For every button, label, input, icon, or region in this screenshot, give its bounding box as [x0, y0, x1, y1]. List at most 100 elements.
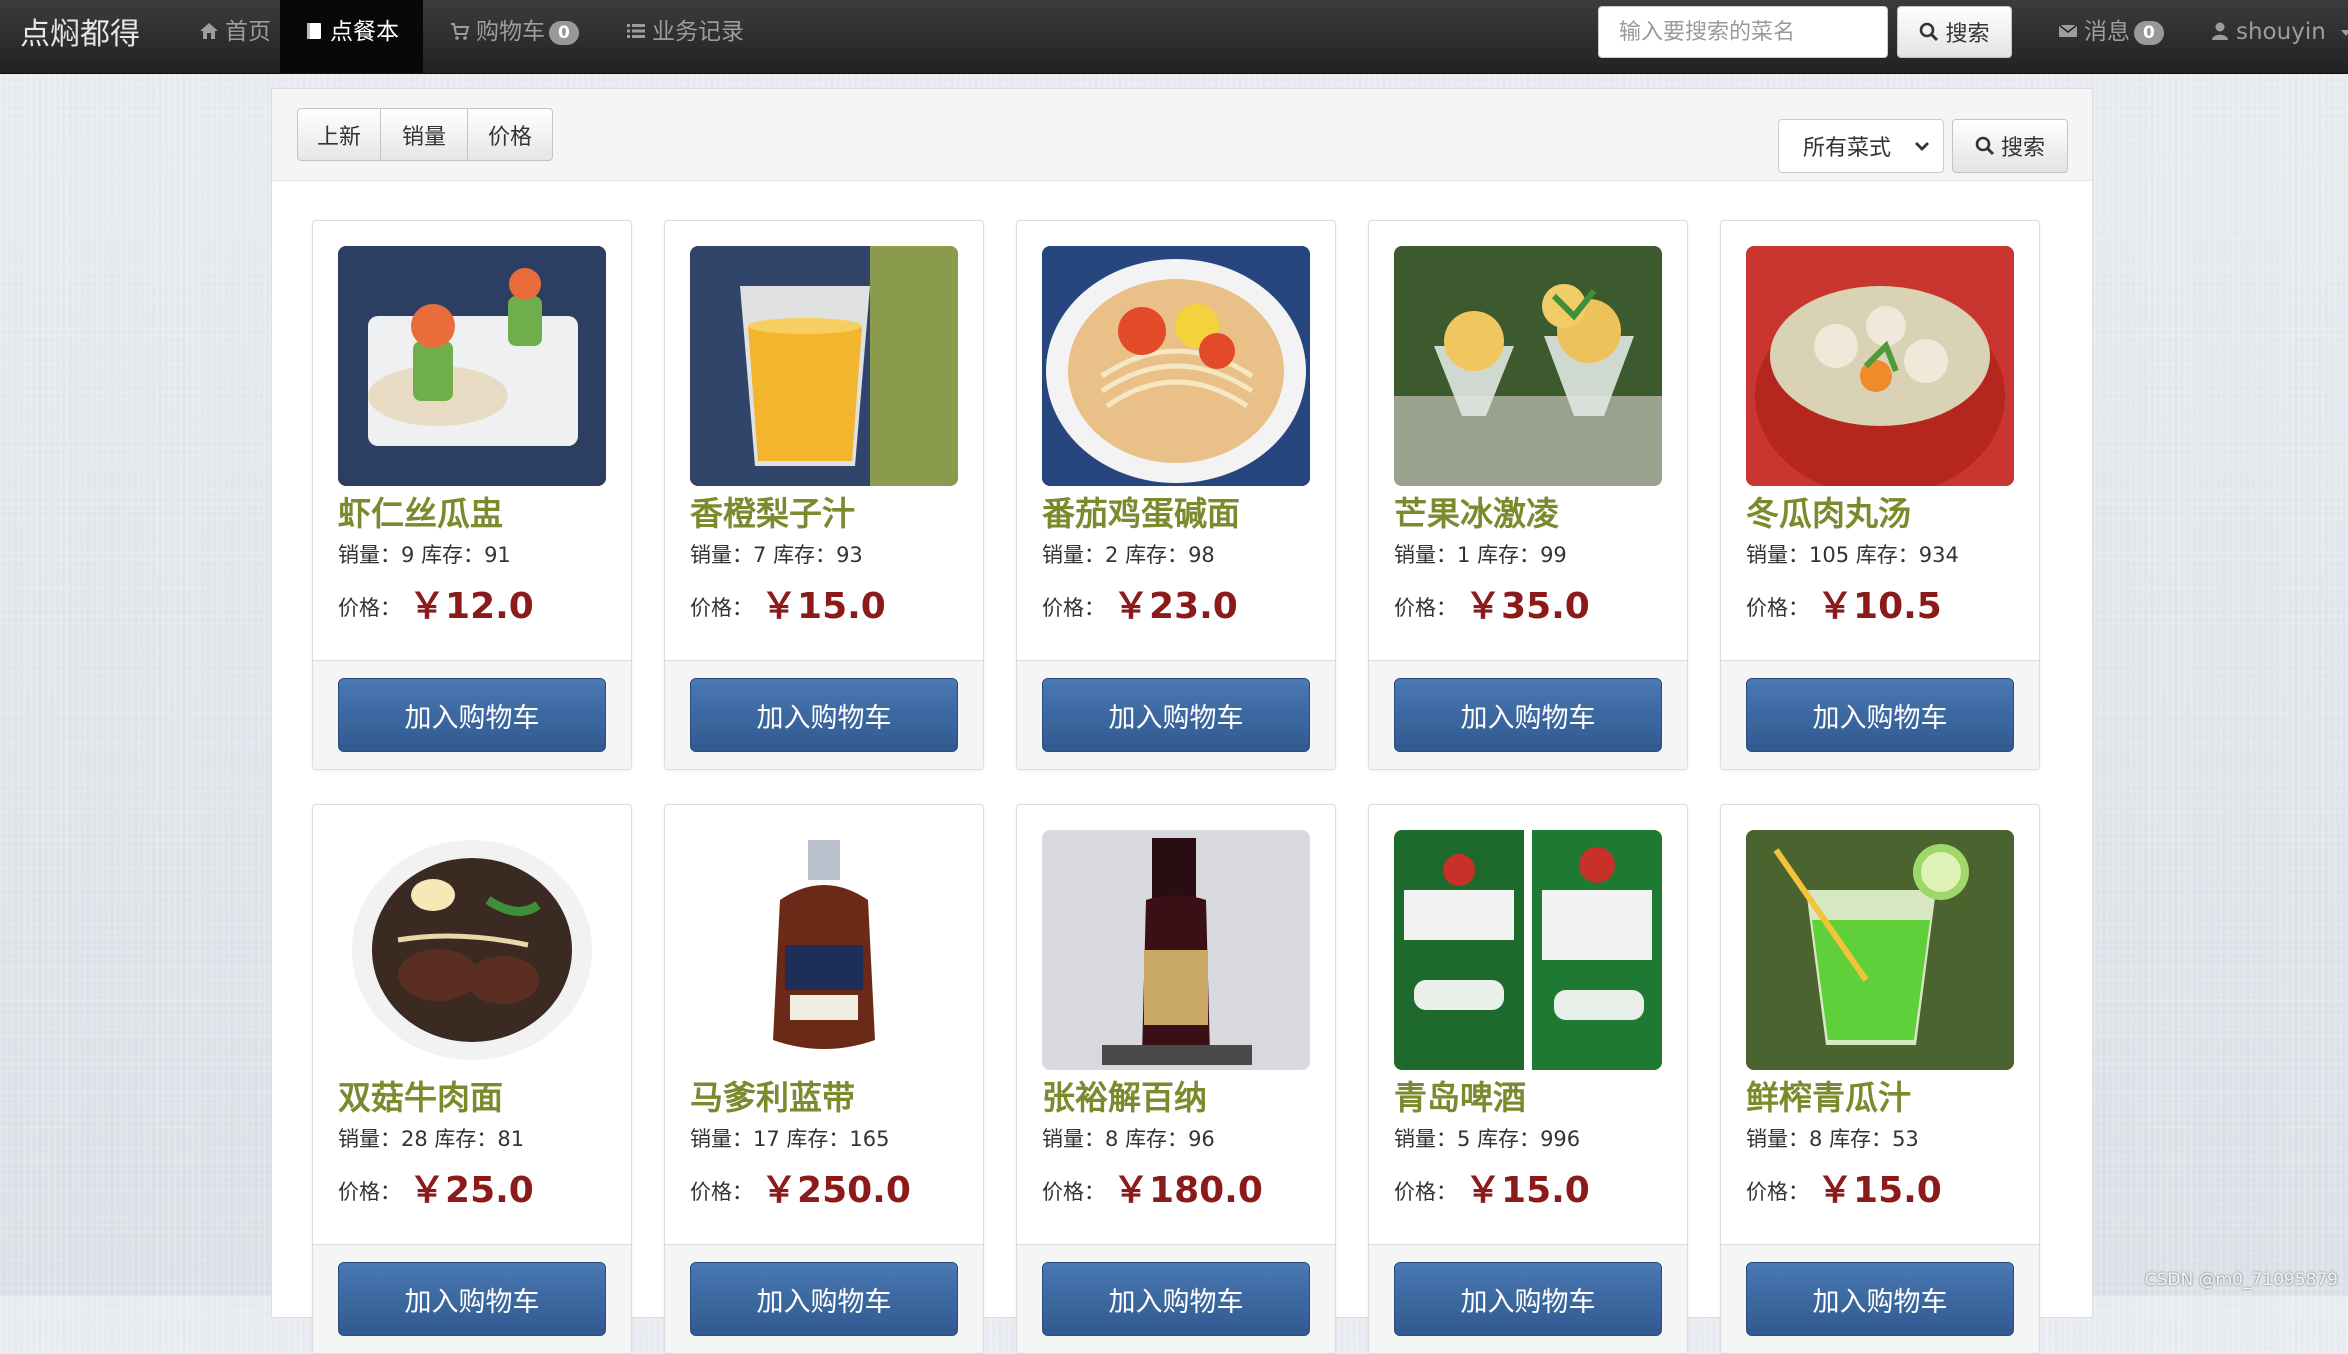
- add-to-cart-button[interactable]: 加入购物车: [338, 1262, 606, 1336]
- price-value: 15.0: [1853, 1170, 1942, 1211]
- dish-photo[interactable]: [1746, 246, 2014, 486]
- dish-price: ￥250.0: [761, 1170, 911, 1211]
- currency-symbol: ￥: [1113, 1170, 1150, 1211]
- sales-label: 销量：: [1042, 543, 1105, 567]
- card-footer: 加入购物车: [1017, 1244, 1335, 1353]
- add-to-cart-button[interactable]: 加入购物车: [338, 678, 606, 752]
- price-label: 价格：: [690, 1180, 753, 1204]
- currency-symbol: ￥: [1465, 1170, 1502, 1211]
- dish-name[interactable]: 芒果冰激凌: [1394, 487, 1559, 535]
- dish-photo[interactable]: [338, 830, 606, 1070]
- add-to-cart-button[interactable]: 加入购物车: [1394, 1262, 1662, 1336]
- dish-stats: 销量：2 库存：98: [1042, 539, 1215, 569]
- price-value: 15.0: [797, 586, 886, 627]
- cuisine-select[interactable]: 所有菜式: [1778, 119, 1944, 173]
- dish-photo[interactable]: [338, 246, 606, 486]
- dish-photo[interactable]: [690, 830, 958, 1070]
- card-footer: 加入购物车: [1369, 1244, 1687, 1353]
- nav-user-label: shouyin: [2236, 19, 2326, 45]
- stock-value: 81: [497, 1127, 525, 1151]
- nav-cart[interactable]: 购物车 0: [432, 0, 597, 73]
- stock-value: 996: [1540, 1127, 1581, 1151]
- product-card: 冬瓜肉丸汤 销量：105 库存：934 价格： ￥10.5 加入购物车: [1720, 220, 2040, 770]
- nav-user-menu[interactable]: shouyin: [2200, 0, 2348, 73]
- nav-business-records[interactable]: 业务记录: [608, 0, 762, 73]
- dish-price-row: 价格： ￥12.0: [338, 577, 534, 629]
- stock-label: 库存：: [421, 543, 485, 567]
- add-to-cart-button[interactable]: 加入购物车: [1042, 678, 1310, 752]
- dish-price: ￥12.0: [409, 586, 534, 627]
- sort-price-button[interactable]: 价格: [467, 108, 553, 161]
- add-to-cart-button[interactable]: 加入购物车: [690, 1262, 958, 1336]
- dish-photo[interactable]: [1394, 246, 1662, 486]
- stock-value: 53: [1892, 1127, 1919, 1151]
- sales-label: 销量：: [338, 543, 401, 567]
- nav-messages[interactable]: 消息 0: [2046, 0, 2176, 73]
- dish-name[interactable]: 张裕解百纳: [1042, 1071, 1207, 1119]
- dish-name[interactable]: 冬瓜肉丸汤: [1746, 487, 1911, 535]
- dish-price: ￥35.0: [1465, 586, 1590, 627]
- dish-photo[interactable]: [690, 246, 958, 486]
- card-footer: 加入购物车: [1017, 660, 1335, 769]
- sales-label: 销量：: [1042, 1127, 1105, 1151]
- dish-price-row: 价格： ￥23.0: [1042, 577, 1238, 629]
- stock-value: 165: [849, 1127, 890, 1151]
- brand-logo[interactable]: 点焖都得: [20, 0, 140, 73]
- sales-label: 销量：: [338, 1127, 401, 1151]
- add-to-cart-button[interactable]: 加入购物车: [1394, 678, 1662, 752]
- search-icon: [1975, 136, 1995, 156]
- product-card: 鲜榨青瓜汁 销量：8 库存：53 价格： ￥15.0 加入购物车: [1720, 804, 2040, 1354]
- sort-newest-button[interactable]: 上新: [297, 108, 381, 161]
- cart-icon: [450, 21, 470, 41]
- dish-stats: 销量：28 库存：81: [338, 1123, 524, 1153]
- dish-search-input[interactable]: [1598, 6, 1888, 58]
- stock-value: 93: [836, 543, 863, 567]
- currency-symbol: ￥: [1817, 586, 1854, 627]
- dish-price-row: 价格： ￥25.0: [338, 1161, 534, 1213]
- dish-photo[interactable]: [1394, 830, 1662, 1070]
- dish-photo[interactable]: [1042, 830, 1310, 1070]
- stock-value: 96: [1188, 1127, 1215, 1151]
- dish-price: ￥10.5: [1817, 586, 1942, 627]
- list-icon: [626, 21, 646, 41]
- dish-stats: 销量：5 库存：996: [1394, 1123, 1580, 1153]
- product-card: 马爹利蓝带 销量：17 库存：165 价格： ￥250.0 加入购物车: [664, 804, 984, 1354]
- card-footer: 加入购物车: [1369, 660, 1687, 769]
- stock-value: 934: [1918, 543, 1959, 567]
- price-value: 23.0: [1149, 586, 1238, 627]
- dish-stats: 销量：8 库存：96: [1042, 1123, 1215, 1153]
- filter-search-button[interactable]: 搜索: [1952, 119, 2068, 173]
- dish-stats: 销量：105 库存：934: [1746, 539, 1959, 569]
- envelope-icon: [2058, 21, 2078, 41]
- dish-name[interactable]: 香橙梨子汁: [690, 487, 855, 535]
- currency-symbol: ￥: [1465, 586, 1502, 627]
- sort-sales-button[interactable]: 销量: [380, 108, 468, 161]
- nav-search-button[interactable]: 搜索: [1897, 6, 2012, 58]
- price-value: 15.0: [1501, 1170, 1590, 1211]
- dish-name[interactable]: 虾仁丝瓜盅: [338, 487, 503, 535]
- nav-messages-label: 消息: [2084, 19, 2130, 45]
- add-to-cart-button[interactable]: 加入购物车: [1042, 1262, 1310, 1336]
- dish-name[interactable]: 青岛啤酒: [1394, 1071, 1526, 1119]
- nav-menu-book[interactable]: 点餐本: [280, 0, 423, 73]
- user-icon: [2210, 21, 2230, 41]
- dish-name[interactable]: 马爹利蓝带: [690, 1071, 855, 1119]
- dish-price: ￥15.0: [1465, 1170, 1590, 1211]
- cart-count-badge: 0: [549, 21, 579, 45]
- add-to-cart-button[interactable]: 加入购物车: [1746, 1262, 2014, 1336]
- sales-value: 7: [753, 543, 767, 567]
- nav-home[interactable]: 首页: [183, 0, 287, 73]
- dish-price: ￥25.0: [409, 1170, 534, 1211]
- messages-count-badge: 0: [2134, 21, 2164, 45]
- dish-name[interactable]: 双菇牛肉面: [338, 1071, 503, 1119]
- add-to-cart-button[interactable]: 加入购物车: [1746, 678, 2014, 752]
- dish-photo[interactable]: [1042, 246, 1310, 486]
- sales-label: 销量：: [1746, 543, 1809, 567]
- add-to-cart-button[interactable]: 加入购物车: [690, 678, 958, 752]
- dish-photo[interactable]: [1746, 830, 2014, 1070]
- dish-name[interactable]: 番茄鸡蛋碱面: [1042, 487, 1240, 535]
- dish-price: ￥15.0: [1817, 1170, 1942, 1211]
- card-footer: 加入购物车: [1721, 660, 2039, 769]
- dish-price: ￥180.0: [1113, 1170, 1263, 1211]
- dish-name[interactable]: 鲜榨青瓜汁: [1746, 1071, 1911, 1119]
